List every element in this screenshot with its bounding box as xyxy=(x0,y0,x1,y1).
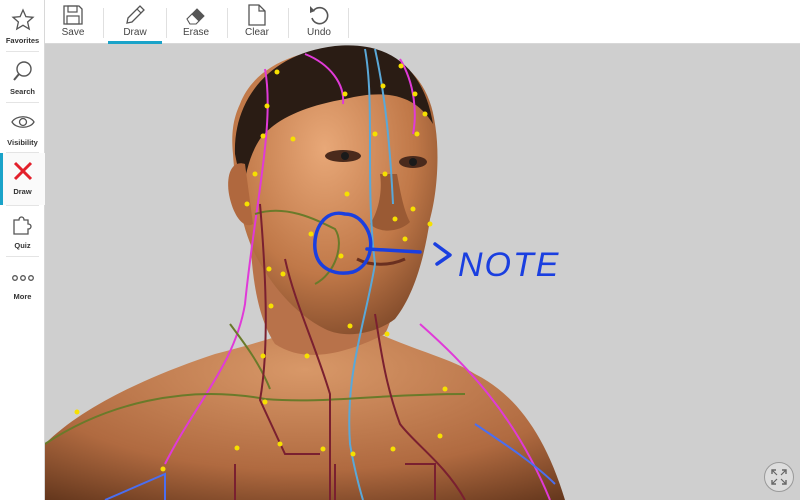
sidebar-item-quiz[interactable]: Quiz xyxy=(0,207,45,257)
drawn-arrow-head xyxy=(433,242,452,266)
toolbar-divider xyxy=(227,8,228,38)
acupoint xyxy=(260,133,266,139)
more-icon xyxy=(12,275,34,281)
clear-label: Clear xyxy=(245,27,269,38)
acupoint xyxy=(380,83,386,89)
sidebar-item-more[interactable]: More xyxy=(0,258,45,308)
sidebar-item-favorites[interactable]: Favorites xyxy=(0,2,45,52)
acupoint xyxy=(234,445,240,451)
acupoint xyxy=(382,171,388,177)
acupoint xyxy=(347,323,353,329)
acupoint xyxy=(437,433,443,439)
expand-icon xyxy=(771,469,787,485)
acupoint xyxy=(277,441,283,447)
acupoint xyxy=(280,271,286,277)
search-icon xyxy=(13,61,32,81)
puzzle-icon xyxy=(13,216,32,235)
acupoint xyxy=(260,353,266,359)
acupoint xyxy=(244,201,250,207)
sidebar-divider xyxy=(6,256,39,257)
sidebar-item-label: Search xyxy=(9,87,36,96)
acupoint xyxy=(344,191,350,197)
acupoint xyxy=(338,253,344,259)
sidebar-item-visibility[interactable]: Visibility xyxy=(0,104,45,154)
acupoint xyxy=(390,446,396,452)
acupoint xyxy=(264,103,270,109)
acupoint xyxy=(442,386,448,392)
acupoint xyxy=(372,131,378,137)
acupoint xyxy=(410,206,416,212)
acupoint xyxy=(412,91,418,97)
sidebar-item-label: More xyxy=(13,292,32,301)
acupoint xyxy=(308,231,314,237)
toolbar-divider xyxy=(348,8,349,38)
undo-icon xyxy=(310,6,329,25)
acupoint xyxy=(304,353,310,359)
sidebar-divider xyxy=(6,51,39,52)
sidebar-item-search[interactable]: Search xyxy=(0,53,45,103)
clear-button[interactable]: Clear xyxy=(231,0,283,44)
x-icon xyxy=(13,161,33,181)
draw-label: Draw xyxy=(123,27,147,38)
undo-label: Undo xyxy=(307,27,331,38)
sidebar-item-label: Quiz xyxy=(14,241,31,250)
acupoint xyxy=(290,136,296,142)
acupoint xyxy=(392,216,398,222)
acupoint xyxy=(262,399,268,405)
acupoint xyxy=(414,131,420,137)
toolbar-divider xyxy=(166,8,167,38)
acupoint xyxy=(384,331,390,337)
save-label: Save xyxy=(61,27,85,38)
sidebar-item-label: Favorites xyxy=(5,36,40,45)
acupoint xyxy=(398,63,404,69)
floppy-disk-icon xyxy=(63,5,83,25)
left-iris-shape xyxy=(341,152,349,160)
acupoint xyxy=(342,91,348,97)
top-toolbar: Save Draw Erase Clear Undo xyxy=(45,0,800,44)
acupoint xyxy=(402,236,408,242)
save-button[interactable]: Save xyxy=(50,0,96,44)
acupoint xyxy=(160,466,166,472)
acupoint xyxy=(427,221,433,227)
erase-label: Erase xyxy=(182,27,210,38)
left-sidebar: Favorites Search Visibility Draw Quiz Mo… xyxy=(0,0,45,500)
acupoint xyxy=(266,266,272,272)
toolbar-divider xyxy=(103,8,104,38)
acupoint xyxy=(74,409,80,415)
erase-button[interactable]: Erase xyxy=(170,0,222,44)
blank-page-icon xyxy=(248,4,266,26)
acupoint xyxy=(422,111,428,117)
eye-icon xyxy=(11,116,35,128)
pencil-icon xyxy=(126,5,145,24)
acupoint xyxy=(252,171,258,177)
undo-button[interactable]: Undo xyxy=(293,0,345,44)
drawing-canvas[interactable]: NOTE xyxy=(45,44,800,500)
acupoint xyxy=(274,69,280,75)
acupoint xyxy=(268,303,274,309)
sidebar-item-label: Draw xyxy=(13,187,32,196)
toolbar-divider xyxy=(288,8,289,38)
sidebar-item-label: Visibility xyxy=(7,138,38,147)
drawn-note-text: NOTE xyxy=(458,246,560,284)
sidebar-divider xyxy=(6,205,39,206)
anatomy-model: NOTE xyxy=(45,45,565,500)
sidebar-item-draw[interactable]: Draw xyxy=(0,153,45,205)
acupoint xyxy=(350,451,356,457)
draw-button[interactable]: Draw xyxy=(106,0,164,44)
right-iris-shape xyxy=(409,158,417,166)
app-window: Favorites Search Visibility Draw Quiz Mo… xyxy=(0,0,800,500)
acupoint xyxy=(320,446,326,452)
star-icon xyxy=(11,8,35,31)
eraser-icon xyxy=(186,8,205,25)
sidebar-divider xyxy=(6,102,39,103)
fullscreen-button[interactable] xyxy=(764,462,794,492)
